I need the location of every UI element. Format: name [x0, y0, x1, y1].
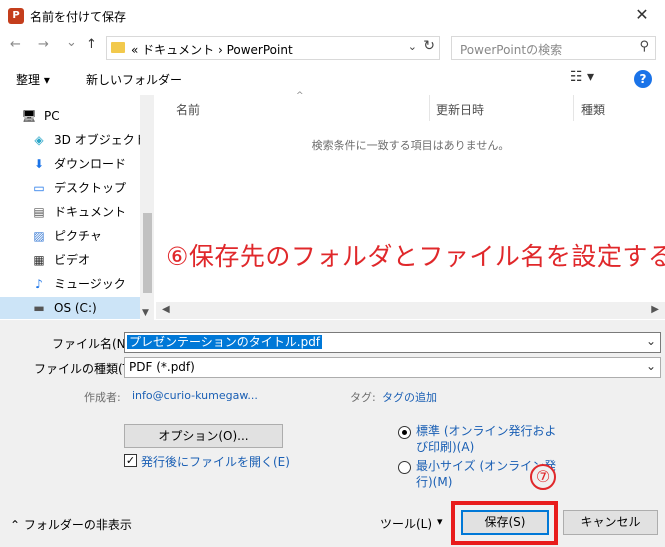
navigation-pane: 🖥 PC ◈ 3D オブジェクト ⬇ ダウンロード ▭ デスクトップ ▤ ドキュメント ▨… [0, 95, 155, 320]
video-icon: ▦ [33, 253, 45, 267]
sidebar-item-documents[interactable]: ▤ ドキュメント [30, 201, 126, 223]
sidebar-item-label: デスクトップ [54, 181, 127, 195]
view-options-icon[interactable]: ☷ ▾ [570, 69, 594, 85]
sidebar-item-label: OS (C:) [54, 301, 97, 315]
radio-standard-label-line: び印刷)(A) [416, 440, 475, 454]
radio-minimum-size[interactable] [398, 461, 411, 474]
sidebar-item-label: PC [44, 109, 60, 123]
address-path[interactable]: « ドキュメント › PowerPoint [131, 41, 293, 58]
annotation-step-7: ⑦ [530, 464, 556, 490]
chevron-down-icon[interactable]: ⌄ [646, 334, 656, 348]
search-icon: ⚲ [639, 39, 649, 54]
organize-button[interactable]: 整理 ▾ [16, 71, 50, 88]
options-button[interactable]: オプション(O)... [124, 424, 283, 448]
sidebar-item-label: ピクチャ [54, 229, 102, 243]
folder-icon [111, 42, 125, 53]
picture-icon: ▨ [33, 229, 45, 243]
sidebar-item-pictures[interactable]: ▨ ピクチャ [30, 225, 102, 247]
column-header-name[interactable]: 名前 [176, 101, 200, 118]
radio-standard[interactable] [398, 426, 411, 439]
refresh-icon[interactable]: ↻ [423, 38, 435, 54]
scroll-right-icon[interactable]: ▶ [651, 304, 659, 315]
recent-locations-icon[interactable]: ⌄ [66, 35, 77, 50]
save-options-pane: ファイル名(N): プレゼンテーションのタイトル.pdf ⌄ ファイルの種類(T… [0, 320, 665, 547]
tools-dropdown-icon[interactable]: ▾ [437, 515, 443, 528]
cube-icon: ◈ [34, 133, 44, 147]
sidebar-item-label: ミュージック [54, 277, 126, 291]
filename-field[interactable]: プレゼンテーションのタイトル.pdf ⌄ [124, 332, 661, 353]
music-icon: ♪ [35, 277, 43, 291]
filename-value[interactable]: プレゼンテーションのタイトル.pdf [127, 335, 323, 349]
sidebar-item-label: ドキュメント [54, 205, 127, 219]
filetype-value: PDF (*.pdf) [129, 360, 195, 374]
tags-label: タグ: [350, 391, 376, 404]
sidebar-item-3d-objects[interactable]: ◈ 3D オブジェクト [30, 129, 147, 151]
scrollbar-thumb[interactable] [143, 213, 152, 293]
document-icon: ▤ [33, 205, 45, 219]
address-dropdown-icon[interactable]: ⌄ [408, 40, 417, 53]
radio-standard-label[interactable]: 標準 (オンライン発行およ び印刷)(A) [416, 423, 557, 455]
open-after-publish-checkbox[interactable]: ✓ [124, 454, 137, 467]
sidebar-item-label: 3D オブジェクト [54, 133, 147, 147]
radio-standard-label-line: 標準 (オンライン発行およ [416, 424, 557, 438]
sidebar-item-music[interactable]: ♪ ミュージック [30, 273, 126, 295]
radio-selected-dot [402, 430, 407, 435]
help-icon[interactable]: ? [634, 70, 652, 88]
tools-button[interactable]: ツール(L) [380, 515, 432, 532]
column-divider[interactable] [573, 95, 574, 121]
tags-input[interactable]: タグの追加 [382, 389, 437, 405]
close-button[interactable]: ✕ [619, 0, 665, 32]
sidebar-item-downloads[interactable]: ⬇ ダウンロード [30, 153, 126, 175]
new-folder-button[interactable]: 新しいフォルダー [86, 71, 182, 88]
filename-label: ファイル名(N): [52, 337, 135, 351]
sort-ascending-icon: ^ [296, 91, 304, 101]
search-input[interactable]: PowerPointの検索 ⚲ [451, 36, 656, 60]
empty-folder-message: 検索条件に一致する項目はありません。 [311, 139, 510, 152]
column-divider[interactable] [429, 95, 430, 121]
scroll-left-icon[interactable]: ◀ [162, 304, 170, 315]
powerpoint-icon: P [8, 8, 24, 24]
scroll-down-icon[interactable]: ▼ [142, 308, 149, 318]
filetype-select[interactable]: PDF (*.pdf) ⌄ [124, 357, 661, 378]
download-icon: ⬇ [33, 157, 45, 171]
sidebar-item-label: ダウンロード [54, 157, 127, 171]
command-toolbar: 整理 ▾ 新しいフォルダー ☷ ▾ ? [0, 64, 665, 94]
sidebar-scrollbar[interactable]: ▼ [140, 95, 154, 320]
cancel-button[interactable]: キャンセル [563, 510, 658, 535]
author-value[interactable]: info@curio-kumegaw... [132, 389, 258, 402]
sidebar-item-os-c[interactable]: ▬ OS (C:) [0, 297, 140, 319]
desktop-icon: ▭ [33, 181, 45, 195]
sidebar-item-videos[interactable]: ▦ ビデオ [30, 249, 90, 271]
column-header-type[interactable]: 種類 [581, 101, 605, 118]
file-list: 名前 ^ 更新日時 種類 検索条件に一致する項目はありません。 ⑥保存先のフォル… [156, 91, 665, 320]
hide-folders-button[interactable]: ⌃ フォルダーの非表示 [10, 516, 132, 533]
up-folder-icon[interactable]: ↑ [86, 37, 97, 52]
title-bar: P 名前を付けて保存 ✕ [0, 0, 665, 32]
column-header-modified[interactable]: 更新日時 [436, 101, 484, 118]
search-placeholder: PowerPointの検索 [460, 43, 563, 57]
back-arrow-icon[interactable]: ← [10, 37, 21, 52]
annotation-step-6: ⑥保存先のフォルダとファイル名を設定する [166, 242, 665, 271]
chevron-down-icon[interactable]: ⌄ [646, 359, 656, 373]
save-button[interactable]: 保存(S) [461, 510, 549, 535]
navigation-bar: ← → ⌄ ↑ « ドキュメント › PowerPoint ⌄ ↻ PowerP… [0, 32, 665, 62]
address-bar[interactable]: « ドキュメント › PowerPoint ⌄ ↻ [106, 36, 440, 60]
forward-arrow-icon[interactable]: → [38, 37, 49, 52]
sidebar-item-label: ビデオ [54, 253, 91, 267]
horizontal-scrollbar[interactable]: ◀ ▶ [156, 302, 665, 319]
drive-icon: ▬ [33, 301, 45, 315]
sidebar-item-desktop[interactable]: ▭ デスクトップ [30, 177, 126, 199]
computer-icon: 🖥 [21, 109, 37, 123]
open-after-publish-label[interactable]: 発行後にファイルを開く(E) [141, 453, 290, 470]
window-title: 名前を付けて保存 [30, 10, 127, 24]
sidebar-item-pc[interactable]: 🖥 PC [20, 105, 60, 127]
author-label: 作成者: [84, 391, 121, 404]
